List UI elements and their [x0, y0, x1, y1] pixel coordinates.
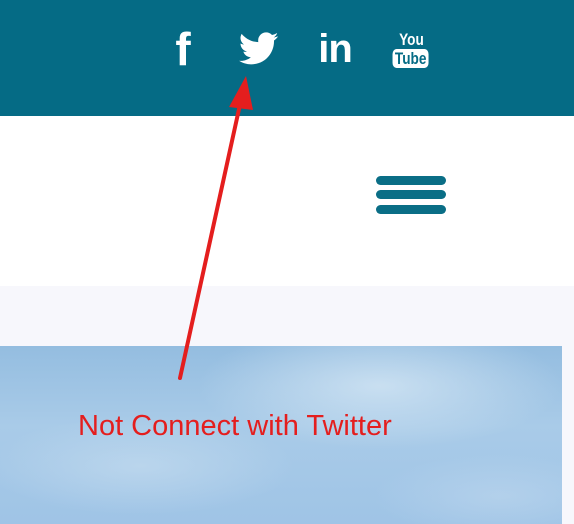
hamburger-menu-icon [376, 176, 446, 185]
site-header [0, 116, 574, 286]
youtube-link[interactable]: You Tube [388, 26, 434, 72]
youtube-icon: You Tube [388, 31, 433, 68]
linkedin-link[interactable]: in [312, 26, 358, 72]
twitter-icon [239, 32, 279, 65]
section-divider-band [0, 286, 574, 346]
hamburger-menu-icon-bar [376, 205, 446, 214]
youtube-icon-you: You [398, 29, 424, 49]
twitter-link[interactable] [236, 26, 282, 72]
annotation-label: Not Connect with Twitter [78, 410, 392, 442]
linkedin-icon: in [318, 27, 353, 71]
social-top-bar: f in You Tube [0, 0, 574, 116]
youtube-icon-tube: Tube [392, 48, 430, 68]
hamburger-menu-icon-bar [376, 190, 446, 199]
facebook-icon: f [175, 23, 191, 75]
hero-edge [562, 346, 574, 524]
hamburger-menu-button[interactable] [374, 172, 448, 218]
facebook-link[interactable]: f [160, 26, 206, 72]
